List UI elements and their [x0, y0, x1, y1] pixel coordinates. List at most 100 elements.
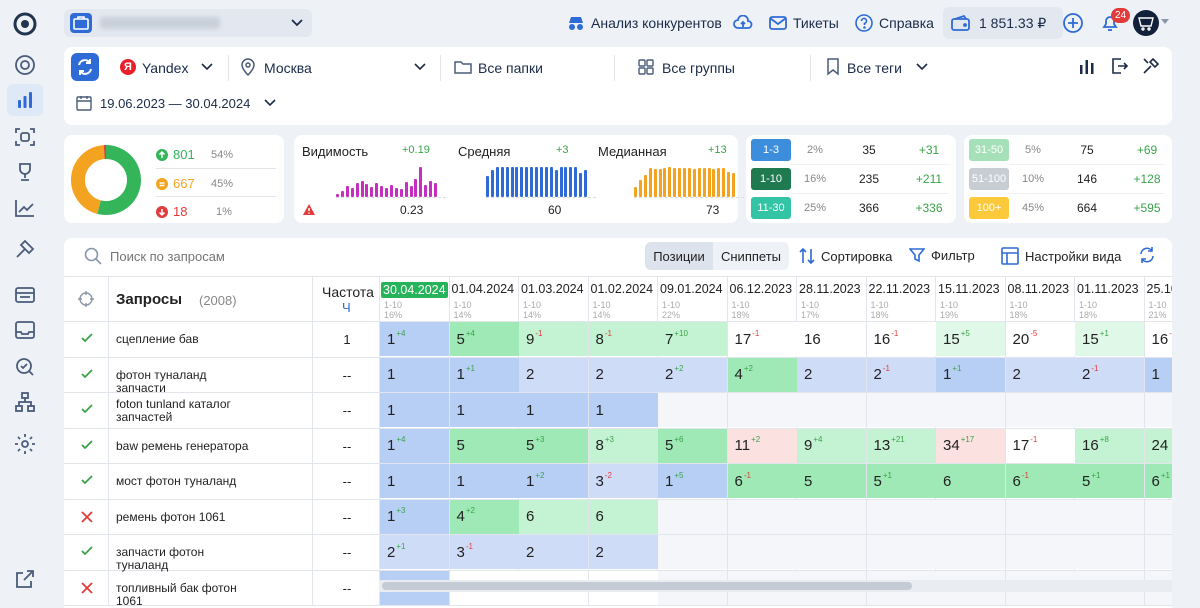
position-cell[interactable]: 1: [1144, 357, 1172, 392]
position-cell[interactable]: 1: [519, 393, 588, 427]
freq-title[interactable]: Частота: [322, 284, 374, 300]
date-header[interactable]: 01.03.2024: [521, 282, 584, 296]
position-cell[interactable]: 2: [797, 357, 866, 392]
groups-select[interactable]: Все группы: [662, 60, 735, 76]
position-cell[interactable]: 17 -1: [727, 322, 797, 356]
position-cell[interactable]: 20 -5: [1005, 322, 1075, 356]
position-cell[interactable]: 3 -1: [449, 535, 519, 569]
position-cell[interactable]: 6: [936, 464, 1005, 498]
position-cell[interactable]: [658, 393, 727, 427]
position-cell[interactable]: 11 +2: [727, 428, 797, 463]
competitors-link[interactable]: Анализ конкурентов: [567, 13, 722, 33]
date-header[interactable]: 01.11.2023: [1077, 282, 1139, 296]
sitemap-icon[interactable]: [13, 390, 37, 414]
position-cell[interactable]: 3 -2: [588, 464, 658, 498]
position-cell[interactable]: 6 +1: [1144, 464, 1172, 498]
position-cell[interactable]: [1144, 499, 1172, 534]
query-text[interactable]: топливный бак фотон 1061: [116, 581, 256, 608]
horizontal-scrollbar[interactable]: [379, 580, 1172, 592]
position-cell[interactable]: 1: [588, 393, 658, 427]
tickets-link[interactable]: Тикеты: [769, 13, 839, 33]
chevron-down-icon[interactable]: [200, 62, 214, 72]
position-cell[interactable]: 2: [519, 535, 588, 569]
position-cell[interactable]: 1: [380, 464, 449, 498]
date-header[interactable]: 28.11.2023: [799, 282, 861, 296]
query-text[interactable]: мост фотон туналанд: [116, 475, 256, 488]
scrollbar-thumb[interactable]: [382, 582, 912, 590]
range-row[interactable]: 31-50 5% 75 +69: [969, 139, 1177, 161]
tools-button[interactable]: [1142, 57, 1160, 75]
position-cell[interactable]: [1075, 393, 1144, 427]
tags-select[interactable]: Все теги: [847, 60, 902, 76]
position-cell[interactable]: 2 +2: [658, 357, 727, 392]
tab-snippets[interactable]: Сниппеты: [713, 242, 789, 270]
query-text[interactable]: baw ремень генератора: [116, 439, 256, 453]
range-row[interactable]: 51-100 10% 146 +128: [969, 168, 1177, 190]
position-cell[interactable]: 5: [449, 428, 519, 463]
position-cell[interactable]: 1 +4: [380, 428, 449, 463]
range-row[interactable]: 11-30 25% 366 +336: [751, 197, 959, 219]
date-header[interactable]: 08.11.2023: [1008, 282, 1070, 296]
position-cell[interactable]: [1144, 535, 1172, 569]
position-cell[interactable]: [1075, 499, 1144, 534]
position-cell[interactable]: [936, 535, 1005, 569]
range-row[interactable]: 100+ 45% 664 +595: [969, 197, 1177, 219]
position-cell[interactable]: [797, 393, 866, 427]
position-cell[interactable]: 5 +6: [658, 428, 727, 463]
layers-icon[interactable]: [13, 283, 37, 307]
position-cell[interactable]: 16 +8: [1075, 428, 1144, 463]
query-text[interactable]: фотон туналанд запчасти: [116, 368, 256, 395]
position-cell[interactable]: 1 +1: [936, 357, 1005, 392]
position-cell[interactable]: 2 +1: [380, 535, 449, 569]
position-cell[interactable]: 5 +3: [519, 428, 588, 463]
date-header[interactable]: 01.04.2024: [452, 282, 515, 296]
refresh-button[interactable]: [71, 53, 99, 81]
position-cell[interactable]: 1: [380, 357, 449, 392]
date-header[interactable]: 09.01.2024: [660, 282, 723, 296]
position-cell[interactable]: 2 -1: [1075, 357, 1144, 392]
tools-icon[interactable]: [13, 237, 37, 261]
position-cell[interactable]: 5 +1: [866, 464, 936, 498]
engine-select[interactable]: Yandex: [142, 60, 188, 76]
date-header[interactable]: 01.02.2024: [591, 282, 654, 296]
dashboard-icon[interactable]: [13, 53, 37, 77]
position-cell[interactable]: [1075, 535, 1144, 569]
position-cell[interactable]: 6: [588, 499, 658, 534]
position-cell[interactable]: 16 -1: [866, 322, 936, 356]
position-cell[interactable]: 1 +1: [449, 357, 519, 392]
position-cell[interactable]: [727, 499, 797, 534]
trend-icon[interactable]: [13, 196, 37, 220]
position-cell[interactable]: 1: [380, 393, 449, 427]
position-cell[interactable]: 5 +4: [449, 322, 519, 356]
positions-icon[interactable]: [7, 84, 43, 116]
date-header[interactable]: 06.12.2023: [730, 282, 793, 296]
queries-title[interactable]: Запросы: [116, 291, 182, 308]
position-cell[interactable]: 2: [1005, 357, 1075, 392]
chart-view-button[interactable]: [1078, 57, 1096, 75]
position-cell[interactable]: 8 -1: [588, 322, 658, 356]
position-cell[interactable]: [1144, 393, 1172, 427]
position-cell[interactable]: 2: [588, 357, 658, 392]
position-cell[interactable]: 16: [797, 322, 866, 356]
logo-icon[interactable]: [13, 12, 37, 36]
chevron-down-icon[interactable]: [413, 62, 427, 72]
sort-button[interactable]: Сортировка: [799, 247, 892, 265]
position-cell[interactable]: 7 +10: [658, 322, 727, 356]
position-cell[interactable]: [866, 393, 936, 427]
range-row[interactable]: 1-10 16% 235 +211: [751, 168, 959, 190]
position-cell[interactable]: [1005, 535, 1075, 569]
date-header[interactable]: 25.10: [1147, 282, 1173, 296]
position-cell[interactable]: 2: [519, 357, 588, 392]
position-cell[interactable]: [727, 535, 797, 569]
position-cell[interactable]: 4 +2: [727, 357, 797, 392]
position-cell[interactable]: [866, 499, 936, 534]
position-cell[interactable]: [866, 535, 936, 569]
position-cell[interactable]: 16-: [1144, 322, 1172, 356]
cloud-upload-button[interactable]: [733, 13, 753, 33]
position-cell[interactable]: 2 -1: [866, 357, 936, 392]
scan-icon[interactable]: [13, 125, 37, 149]
settings-icon[interactable]: [13, 432, 37, 456]
audit-icon[interactable]: [13, 355, 37, 379]
position-cell[interactable]: 1: [449, 464, 519, 498]
query-text[interactable]: запчасти фотон туналанд: [116, 546, 256, 572]
